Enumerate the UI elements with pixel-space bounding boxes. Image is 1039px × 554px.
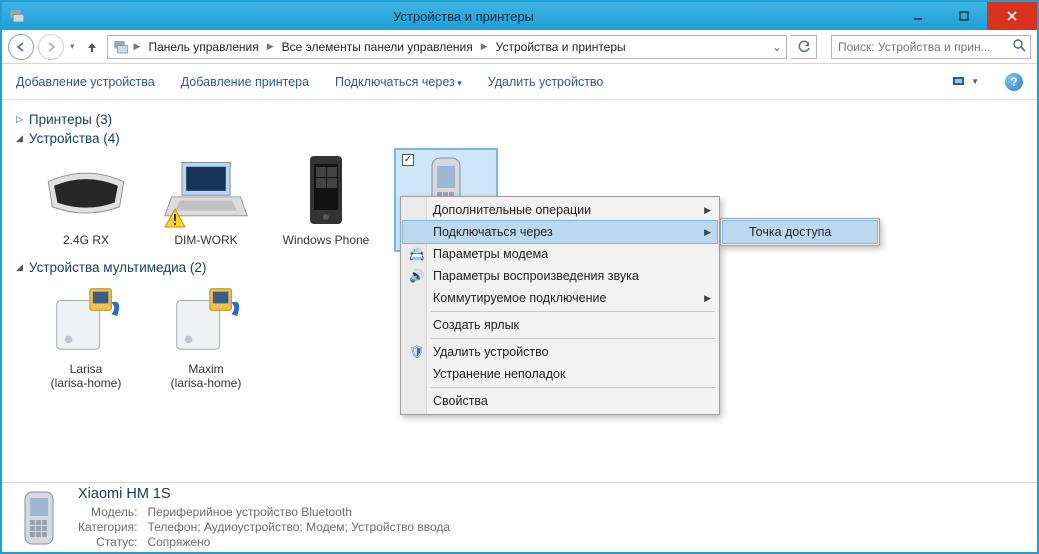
breadcrumb[interactable]: ▶ Панель управления ▶ Все элементы панел… xyxy=(107,35,787,59)
details-device-icon xyxy=(16,490,62,546)
device-label: Maxim (larisa-home) xyxy=(156,363,256,391)
media-device-maxim[interactable]: Maxim (larisa-home) xyxy=(156,279,256,391)
nav-row: ▾ ▶ Панель управления ▶ Все элементы пан… xyxy=(2,30,1037,64)
search-box[interactable] xyxy=(831,35,1031,59)
details-category-label: Категория: xyxy=(78,520,137,534)
menu-modem-params[interactable]: 📇Параметры модема xyxy=(403,243,717,265)
menu-dialup[interactable]: Коммутируемое подключение▶ xyxy=(403,287,717,309)
device-windows-phone[interactable]: Windows Phone xyxy=(276,150,376,250)
media-device-icon xyxy=(167,282,245,356)
media-device-icon xyxy=(47,282,125,356)
group-printers-label: Принтеры (3) xyxy=(29,112,112,127)
group-printers[interactable]: ▷ Принтеры (3) xyxy=(16,112,1023,127)
expand-icon: ▷ xyxy=(16,114,23,125)
context-submenu: Точка доступа xyxy=(720,218,880,246)
search-input[interactable] xyxy=(836,39,1008,55)
details-status-label: Статус: xyxy=(78,535,137,549)
view-button[interactable]: ▼ xyxy=(953,75,979,89)
menu-properties[interactable]: Свойства xyxy=(403,390,717,412)
selection-checkbox[interactable]: ✓ xyxy=(402,154,414,166)
minimize-button[interactable] xyxy=(895,2,941,30)
breadcrumb-dropdown[interactable]: ⌄ xyxy=(770,40,784,54)
help-button[interactable]: ? xyxy=(1005,73,1023,91)
cmd-add-device[interactable]: Добавление устройства xyxy=(16,75,155,89)
group-devices[interactable]: ◢ Устройства (4) xyxy=(16,131,1023,146)
shield-icon: 🛡 xyxy=(409,345,425,360)
maximize-button[interactable] xyxy=(941,2,987,30)
collapse-icon: ◢ xyxy=(16,262,23,273)
cmd-remove-device[interactable]: Удалить устройство xyxy=(488,75,604,89)
context-menu: Дополнительные операции▶ Подключаться че… xyxy=(400,196,720,415)
breadcrumb-item-2[interactable]: Устройства и принтеры xyxy=(490,38,632,56)
details-name: Xiaomi HM 1S xyxy=(78,486,450,502)
refresh-button[interactable] xyxy=(791,35,817,59)
history-dropdown[interactable]: ▾ xyxy=(68,41,77,52)
back-button[interactable] xyxy=(8,34,34,60)
details-category: Телефон; Аудиоустройство; Модем; Устройс… xyxy=(147,520,450,534)
speaker-icon: 🔊 xyxy=(409,269,425,284)
window-icon xyxy=(8,7,26,25)
details-pane: Xiaomi HM 1S Модель: Периферийное устрой… xyxy=(2,482,1037,552)
control-panel-icon xyxy=(112,38,130,56)
up-button[interactable] xyxy=(81,36,103,58)
details-status: Сопряжено xyxy=(147,535,450,549)
device-label: Larisa (larisa-home) xyxy=(36,363,136,391)
menu-audio-params[interactable]: 🔊Параметры воспроизведения звука xyxy=(403,265,717,287)
window-title: Устройства и принтеры xyxy=(32,9,895,24)
warning-icon xyxy=(164,208,186,228)
media-device-larisa[interactable]: Larisa (larisa-home) xyxy=(36,279,136,391)
content-area: ▷ Принтеры (3) ◢ Устройства (4) 2.4G RX xyxy=(2,100,1037,482)
group-multimedia-label: Устройства мультимедиа (2) xyxy=(29,260,207,275)
submenu-access-point[interactable]: Точка доступа xyxy=(723,221,877,243)
collapse-icon: ◢ xyxy=(16,133,23,144)
menu-advanced[interactable]: Дополнительные операции▶ xyxy=(403,199,717,221)
details-model: Периферийное устройство Bluetooth xyxy=(147,505,450,519)
device-24g-rx[interactable]: 2.4G RX xyxy=(36,150,136,250)
command-bar: Добавление устройства Добавление принтер… xyxy=(2,64,1037,100)
close-button[interactable] xyxy=(987,2,1037,30)
breadcrumb-sep: ▶ xyxy=(479,41,490,52)
keyboard-icon xyxy=(44,160,128,220)
forward-button[interactable] xyxy=(38,34,64,60)
group-devices-label: Устройства (4) xyxy=(29,131,120,146)
titlebar: Устройства и принтеры xyxy=(2,2,1037,30)
details-model-label: Модель: xyxy=(78,505,137,519)
cmd-add-printer[interactable]: Добавление принтера xyxy=(181,75,309,89)
device-label: Windows Phone xyxy=(276,234,376,248)
device-label: DIM-WORK xyxy=(156,234,256,248)
search-icon[interactable] xyxy=(1012,38,1026,55)
menu-troubleshoot[interactable]: Устранение неполадок xyxy=(403,363,717,385)
breadcrumb-sep: ▶ xyxy=(265,41,276,52)
breadcrumb-sep: ▶ xyxy=(132,41,143,52)
breadcrumb-item-0[interactable]: Панель управления xyxy=(142,38,264,56)
device-label: 2.4G RX xyxy=(36,234,136,248)
modem-icon: 📇 xyxy=(409,247,425,262)
menu-remove[interactable]: 🛡Удалить устройство xyxy=(403,341,717,363)
breadcrumb-item-1[interactable]: Все элементы панели управления xyxy=(276,38,479,56)
phone-icon xyxy=(306,154,346,226)
device-dim-work[interactable]: DIM-WORK xyxy=(156,150,256,250)
cmd-connect-via[interactable]: Подключаться через xyxy=(335,75,462,89)
menu-connect-via[interactable]: Подключаться через▶ xyxy=(403,221,717,243)
menu-shortcut[interactable]: Создать ярлык xyxy=(403,314,717,336)
